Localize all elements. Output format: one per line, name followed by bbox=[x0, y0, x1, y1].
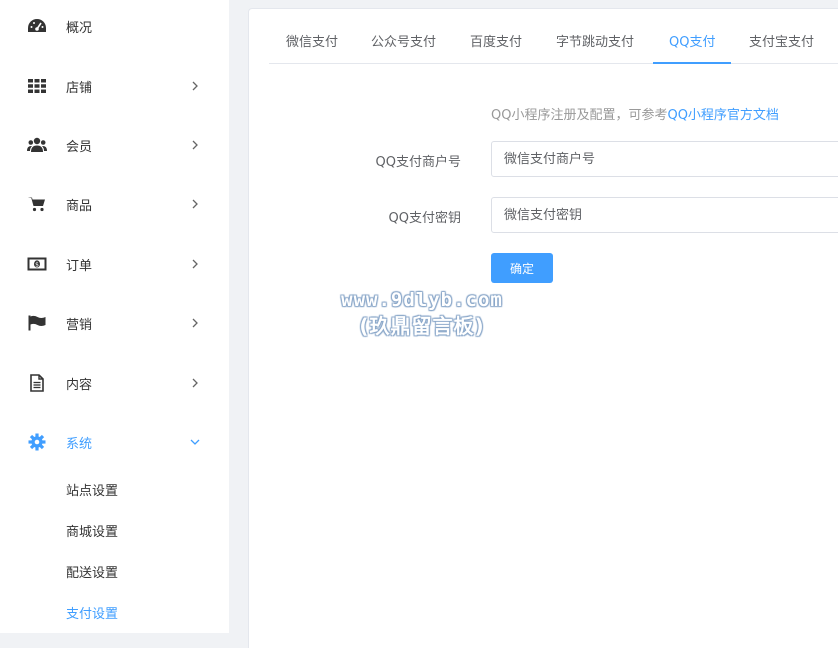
submenu-item-delivery-settings[interactable]: 配送设置 bbox=[66, 562, 118, 581]
sidebar-item-marketing[interactable]: 营销 bbox=[0, 303, 229, 343]
config-hint: QQ小程序注册及配置，可参考QQ小程序官方文档 bbox=[491, 104, 779, 123]
svg-text:$: $ bbox=[35, 261, 39, 268]
tab-official-account-pay[interactable]: 公众号支付 bbox=[371, 27, 436, 64]
sidebar-item-label: 会员 bbox=[66, 139, 93, 155]
payment-tabs: 微信支付 公众号支付 百度支付 字节跳动支付 QQ支付 支付宝支付 bbox=[269, 27, 838, 64]
grid-icon bbox=[27, 76, 47, 96]
cart-icon bbox=[27, 194, 47, 214]
sidebar-item-store[interactable]: 店铺 bbox=[0, 66, 229, 106]
submenu-item-site-settings[interactable]: 站点设置 bbox=[66, 480, 118, 499]
sidebar-item-system[interactable]: 系统 bbox=[0, 422, 229, 462]
secret-key-input[interactable] bbox=[491, 197, 838, 233]
sidebar-item-orders[interactable]: $ 订单 bbox=[0, 244, 229, 284]
sidebar-item-products[interactable]: 商品 bbox=[0, 184, 229, 224]
merchant-id-input[interactable] bbox=[491, 141, 838, 177]
payment-settings-panel: 微信支付 公众号支付 百度支付 字节跳动支付 QQ支付 支付宝支付 QQ小程序注… bbox=[248, 8, 838, 648]
tab-alipay[interactable]: 支付宝支付 bbox=[749, 27, 814, 64]
chevron-right-icon bbox=[190, 259, 200, 269]
chevron-right-icon bbox=[190, 378, 200, 388]
submenu-item-payment-settings[interactable]: 支付设置 bbox=[66, 603, 118, 622]
users-icon bbox=[27, 135, 47, 155]
sidebar-item-label: 商品 bbox=[66, 198, 93, 214]
chevron-right-icon bbox=[190, 140, 200, 150]
chevron-right-icon bbox=[190, 81, 200, 91]
dashboard-icon bbox=[27, 16, 47, 36]
submenu-item-mall-settings[interactable]: 商城设置 bbox=[66, 521, 118, 540]
merchant-id-label: QQ支付商户号 bbox=[375, 155, 461, 170]
sidebar-item-label: 概况 bbox=[66, 20, 93, 36]
chevron-down-icon bbox=[190, 437, 200, 447]
tab-qq-pay[interactable]: QQ支付 bbox=[669, 27, 715, 64]
sidebar-item-members[interactable]: 会员 bbox=[0, 125, 229, 165]
sidebar-item-label: 内容 bbox=[66, 377, 93, 393]
sidebar-item-label: 营销 bbox=[66, 317, 93, 333]
flag-icon bbox=[27, 313, 47, 333]
sidebar-item-content[interactable]: 内容 bbox=[0, 363, 229, 403]
active-tab-indicator bbox=[653, 62, 731, 64]
tab-baidu-pay[interactable]: 百度支付 bbox=[470, 27, 522, 64]
hint-text: QQ小程序注册及配置，可参考 bbox=[491, 108, 668, 123]
confirm-button[interactable]: 确定 bbox=[491, 253, 553, 283]
chevron-right-icon bbox=[190, 199, 200, 209]
sidebar: 概况 店铺 会员 商品 $ 订单 营销 内容 系统 站点设置 商城设置 配送设置… bbox=[0, 0, 229, 633]
sidebar-item-label: 订单 bbox=[66, 258, 93, 274]
money-icon: $ bbox=[27, 254, 47, 274]
tab-wechat-pay[interactable]: 微信支付 bbox=[286, 27, 338, 64]
chevron-right-icon bbox=[190, 318, 200, 328]
content-gutter bbox=[229, 0, 248, 633]
tab-bytedance-pay[interactable]: 字节跳动支付 bbox=[556, 27, 634, 64]
document-icon bbox=[27, 373, 47, 393]
gear-icon bbox=[27, 432, 47, 452]
sidebar-item-overview[interactable]: 概况 bbox=[0, 6, 229, 46]
qq-docs-link[interactable]: QQ小程序官方文档 bbox=[667, 108, 778, 123]
sidebar-item-label: 系统 bbox=[66, 436, 93, 452]
sidebar-item-label: 店铺 bbox=[66, 80, 93, 96]
secret-key-label: QQ支付密钥 bbox=[388, 211, 461, 226]
